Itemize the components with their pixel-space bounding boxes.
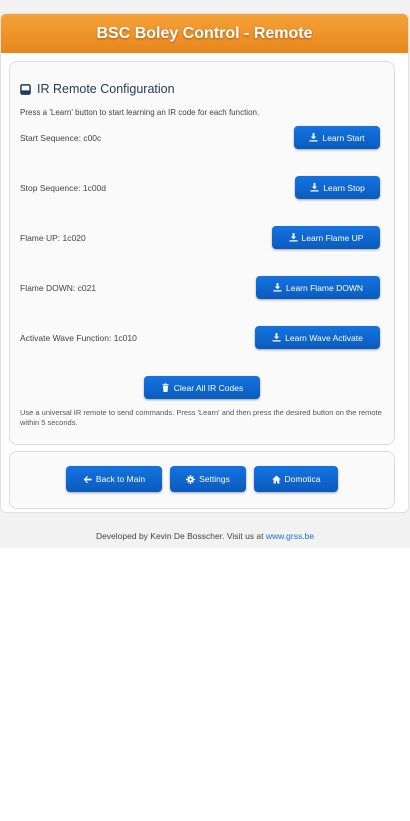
learn-stop-label: Learn Stop — [323, 182, 365, 193]
ir-config-card: IR Remote Configuration Press a 'Learn' … — [9, 61, 395, 445]
trash-icon — [162, 383, 169, 392]
remote-icon — [20, 83, 31, 95]
arrow-left-icon — [83, 475, 92, 483]
row-label-flame-down: Flame DOWN: c021 — [20, 283, 97, 293]
back-to-main-button[interactable]: Back to Main — [66, 466, 162, 492]
learn-start-button[interactable]: Learn Start — [294, 126, 380, 149]
download-icon — [288, 233, 298, 242]
row-label-flame-up: Flame UP: 1c020 — [20, 233, 86, 243]
main-container: BSC Boley Control - Remote IR Remote Con… — [0, 13, 409, 513]
clear-all-label: Clear All IR Codes — [173, 382, 244, 393]
card-title-text: IR Remote Configuration — [37, 82, 175, 96]
download-icon — [309, 133, 319, 142]
learn-wave-activate-button[interactable]: Learn Wave Activate — [255, 326, 380, 349]
learn-flame-down-button[interactable]: Learn Flame DOWN — [256, 276, 380, 299]
learn-start-label: Learn Start — [322, 132, 365, 143]
settings-label: Settings — [199, 474, 230, 484]
learn-wave-activate-label: Learn Wave Activate — [285, 332, 363, 343]
domotica-button[interactable]: Domotica — [254, 466, 338, 492]
row-label-stop: Stop Sequence: 1c00d — [20, 183, 107, 193]
row-label-start: Start Sequence: c00c — [20, 133, 102, 143]
nav-card: Back to Main Settings Domotica — [9, 451, 395, 509]
learn-flame-up-label: Learn Flame UP — [301, 232, 364, 243]
card-title: IR Remote Configuration — [20, 82, 175, 96]
footer: Developed by Kevin De Bosscher. Visit us… — [0, 521, 410, 548]
header-bar: BSC Boley Control - Remote — [1, 14, 408, 53]
download-icon — [310, 183, 319, 192]
clear-all-ir-codes-button[interactable]: Clear All IR Codes — [144, 376, 260, 399]
gear-icon — [186, 474, 196, 484]
learn-flame-up-button[interactable]: Learn Flame UP — [272, 226, 380, 249]
footer-text: Developed by Kevin De Bosscher. Visit us… — [95, 531, 266, 541]
page-title: BSC Boley Control - Remote — [96, 24, 313, 42]
hint-text: Use a universal IR remote to send comman… — [20, 408, 382, 427]
back-label: Back to Main — [95, 474, 146, 484]
download-icon — [273, 283, 282, 292]
domotica-label: Domotica — [284, 474, 321, 484]
learn-flame-down-label: Learn Flame DOWN — [286, 282, 363, 293]
intro-text: Press a 'Learn' button to start learning… — [20, 108, 260, 117]
footer-link[interactable]: www.grss.be — [266, 531, 314, 541]
settings-button[interactable]: Settings — [170, 466, 246, 492]
download-icon — [272, 333, 281, 342]
learn-stop-button[interactable]: Learn Stop — [295, 176, 380, 199]
home-icon — [271, 474, 281, 484]
row-label-wave: Activate Wave Function: 1c010 — [20, 333, 137, 343]
